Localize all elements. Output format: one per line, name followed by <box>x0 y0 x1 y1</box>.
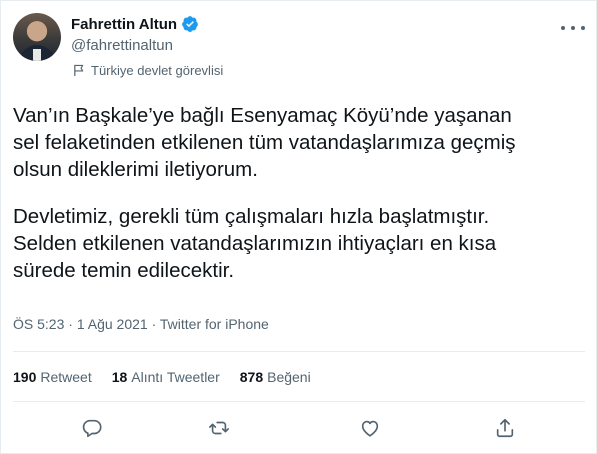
avatar[interactable] <box>13 13 61 61</box>
tweet-card: Fahrettin Altun @fahrettinaltun Türkiye … <box>0 0 597 454</box>
avatar-shirt <box>33 49 41 61</box>
meta-separator: · <box>147 316 160 332</box>
tweet-text: Van’ın Başkale’ye bağlı Esenyamaç Köyü’n… <box>13 102 583 284</box>
author-name[interactable]: Fahrettin Altun <box>71 16 177 33</box>
heart-icon <box>361 420 379 437</box>
more-dot <box>581 26 585 30</box>
tweet-text-line: Devletimiz, gerekli tüm çalışmaları hızl… <box>13 205 490 228</box>
government-label: Türkiye devlet görevlisi <box>73 63 223 78</box>
divider <box>13 351 585 352</box>
retweet-count: 190 <box>13 369 37 385</box>
more-dot <box>571 26 575 30</box>
like-label: Beğeni <box>267 369 311 385</box>
reply-button[interactable] <box>81 417 103 439</box>
author-name-row: Fahrettin Altun <box>71 15 199 33</box>
more-dots-icon <box>561 26 565 30</box>
tweet-time[interactable]: ÖS 5:23 <box>13 316 64 332</box>
retweet-arrows-icon <box>209 421 229 435</box>
like-button[interactable] <box>359 417 381 439</box>
more-options-button[interactable] <box>561 21 585 35</box>
tweet-text-line: olsun dileklerimi iletiyorum. <box>13 158 258 181</box>
verified-badge-icon <box>182 16 198 32</box>
share-upload-icon <box>496 418 514 438</box>
quote-label: Alıntı Tweetler <box>131 369 220 385</box>
share-button[interactable] <box>494 417 516 439</box>
speech-bubble-icon <box>82 419 102 438</box>
tweet-text-line: sel felaketinden etkilenen tüm vatandaşl… <box>13 131 516 154</box>
flag-icon <box>74 64 84 77</box>
tweet-source[interactable]: Twitter for iPhone <box>160 316 269 332</box>
tweet-actions <box>1 417 597 441</box>
retweet-stat[interactable]: 190 Retweet <box>13 369 92 385</box>
tweet-text-line: sürede temin edilecektir. <box>13 259 235 282</box>
quote-count: 18 <box>111 369 128 385</box>
retweet-label: Retweet <box>40 369 92 385</box>
tweet-stats: 190 Retweet 18 Alıntı Tweetler 878 Beğeni <box>13 369 331 385</box>
tweet-text-line: Selden etkilenen vatandaşlarımızın ihtiy… <box>13 232 497 255</box>
retweet-button[interactable] <box>208 417 230 439</box>
author-handle[interactable]: @fahrettinaltun <box>71 37 173 54</box>
tweet-date[interactable]: 1 Ağu 2021 <box>77 316 148 332</box>
like-count: 878 <box>239 369 264 385</box>
government-label-text: Türkiye devlet görevlisi <box>91 63 224 78</box>
tweet-text-line: Van’ın Başkale’ye bağlı Esenyamaç Köyü’n… <box>13 104 512 127</box>
divider <box>13 401 585 402</box>
quote-tweet-stat[interactable]: 18 Alıntı Tweetler <box>112 369 220 385</box>
like-stat[interactable]: 878 Beğeni <box>240 369 311 385</box>
meta-separator: · <box>64 316 77 332</box>
tweet-meta: ÖS 5:23 · 1 Ağu 2021 · Twitter for iPhon… <box>13 316 269 332</box>
